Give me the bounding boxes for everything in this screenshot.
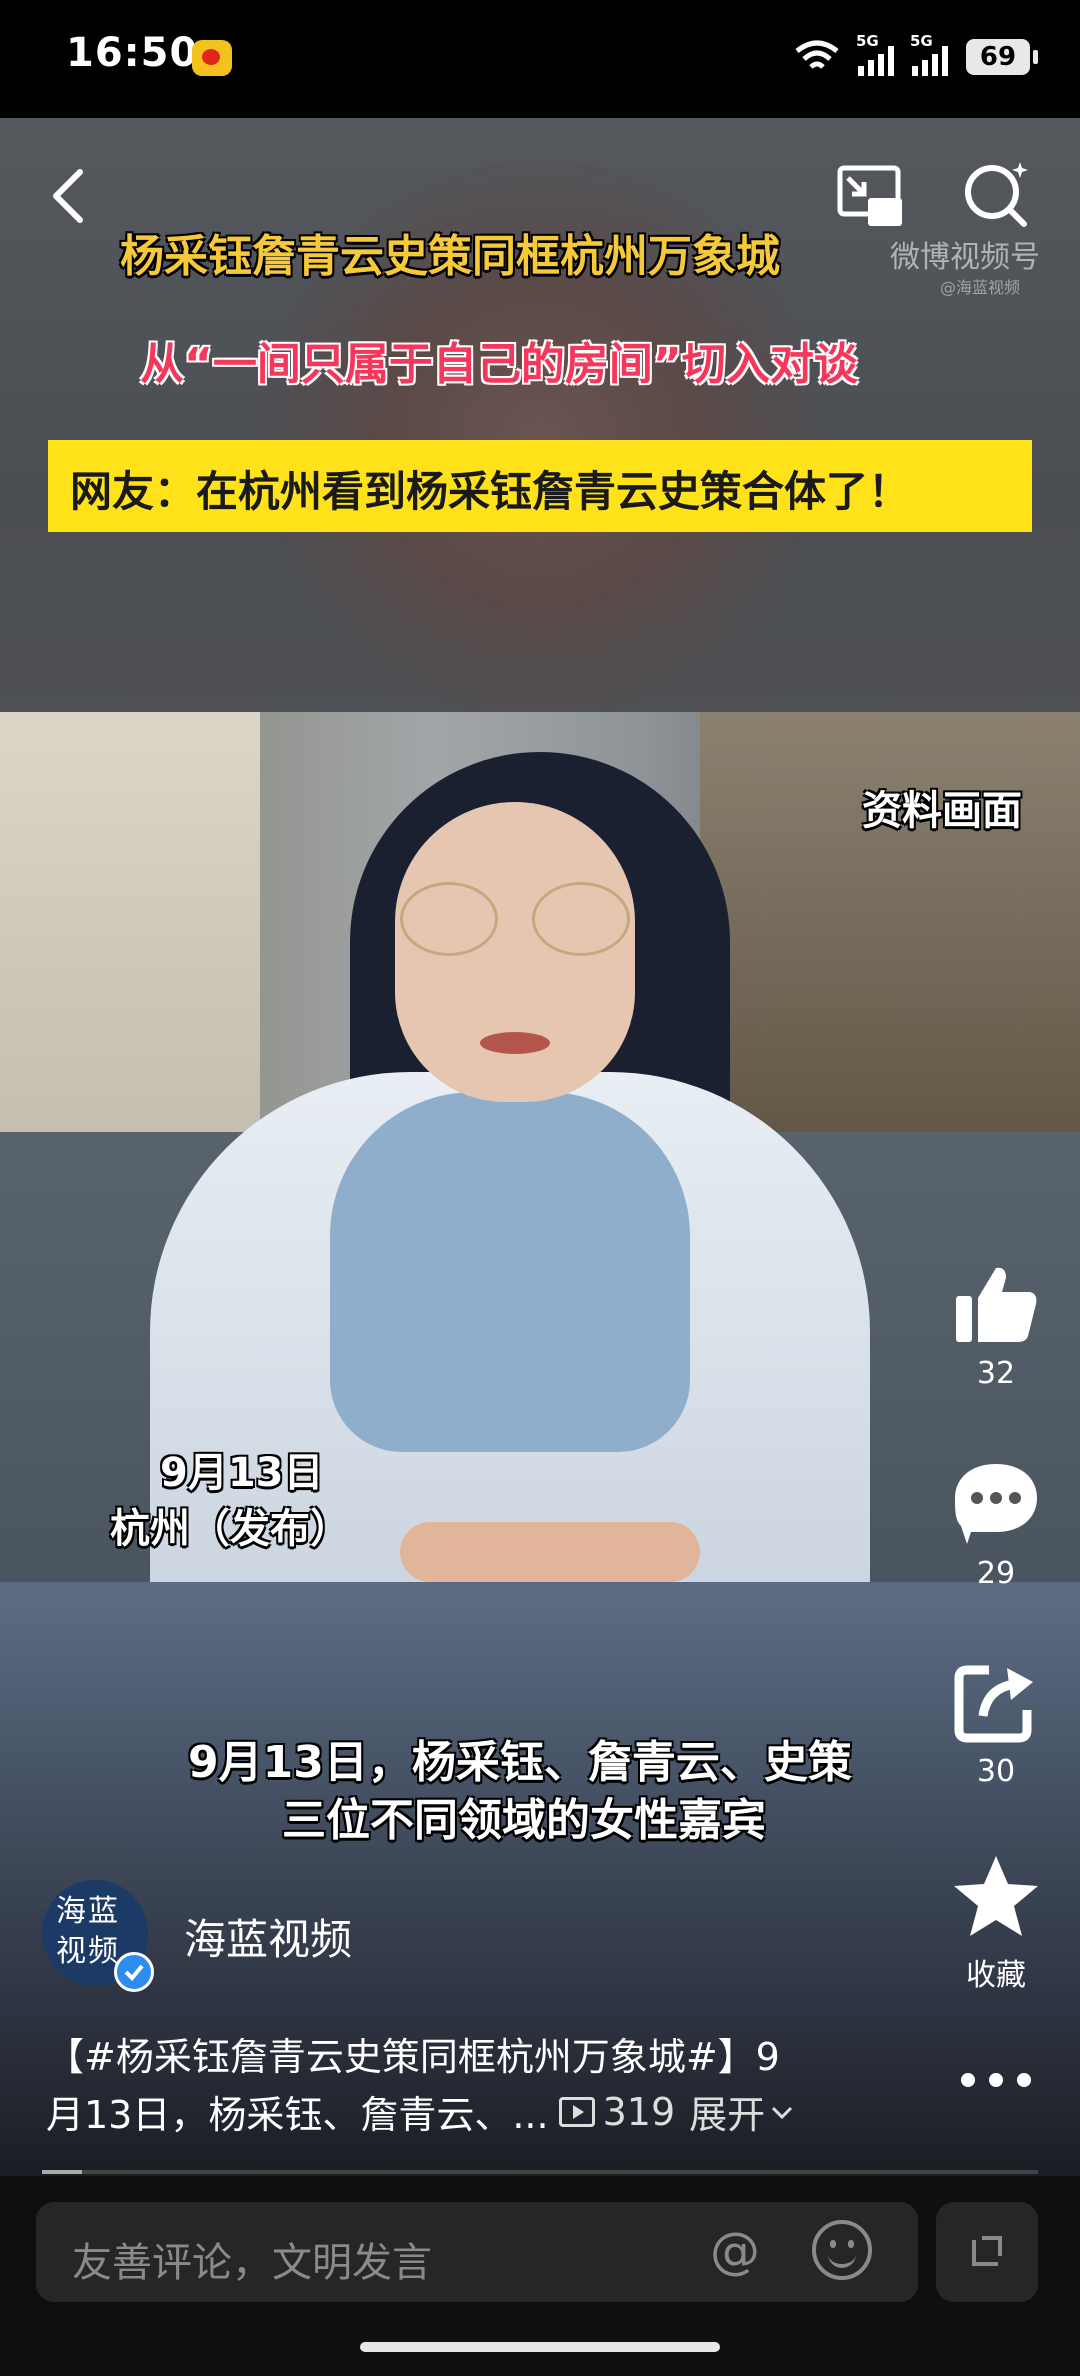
play-count: 319 xyxy=(602,2089,676,2134)
fullscreen-button[interactable] xyxy=(936,2202,1038,2302)
author-name[interactable]: 海蓝视频 xyxy=(184,1906,352,1967)
frame-person-hands xyxy=(400,1522,700,1582)
expand-link[interactable]: 展开 xyxy=(689,2084,765,2139)
comment-button[interactable]: 29 xyxy=(936,1460,1056,1591)
video-location-caption: 杭州（发布） xyxy=(110,1506,350,1552)
thumbs-up-icon xyxy=(956,1267,1037,1342)
video-watermark-sub: @海蓝视频 xyxy=(940,278,1021,297)
author-avatar[interactable]: 海蓝视频 xyxy=(42,1880,154,1992)
video-subtitle-line1: 9月13日，杨采钰、詹青云、史策 xyxy=(188,1737,852,1788)
frame-person-scarf xyxy=(330,1092,690,1452)
signal-icon-2: 5G xyxy=(910,32,948,76)
battery-icon: 69 xyxy=(966,39,1038,75)
video-description-text: 月13日，杨采钰、詹青云、... xyxy=(46,2093,549,2137)
mention-icon[interactable]: @ xyxy=(710,2222,760,2280)
video-caption-subtitle: 从“一间只属于自己的房间”切入对谈 xyxy=(140,339,858,390)
like-count: 32 xyxy=(976,1356,1016,1391)
frame-person-lips xyxy=(480,1032,550,1054)
network-type-1: 5G xyxy=(856,32,879,50)
share-button[interactable]: 30 xyxy=(936,1660,1056,1789)
status-time: 16:50 xyxy=(66,30,199,76)
wifi-icon xyxy=(795,40,839,69)
verified-badge-icon xyxy=(114,1952,154,1992)
comment-icon xyxy=(955,1464,1037,1544)
video-banner-text: 网友：在杭州看到杨采钰詹青云史策合体了！ xyxy=(70,467,911,516)
signal-icon-1: 5G xyxy=(856,32,894,76)
back-icon[interactable] xyxy=(38,160,98,230)
archive-footage-label: 资料画面 xyxy=(862,788,1022,834)
video-caption-title: 杨采钰詹青云史策同框杭州万象城 xyxy=(120,231,780,282)
status-icons: 5G 5G 69 xyxy=(794,32,1038,76)
expand-icon xyxy=(972,2236,1002,2266)
playback-progress-fill xyxy=(42,2170,82,2174)
like-button[interactable]: 32 xyxy=(936,1262,1056,1391)
favorite-label: 收藏 xyxy=(966,1958,1026,1993)
video-date-caption: 9月13日 xyxy=(160,1450,324,1496)
weibo-notification-icon xyxy=(192,40,232,76)
home-indicator xyxy=(360,2342,720,2352)
playback-progress-track[interactable] xyxy=(42,2170,1038,2174)
comment-placeholder: 友善评论，文明发言 xyxy=(72,2240,432,2286)
network-type-2: 5G xyxy=(910,32,933,50)
video-description-line2[interactable]: 月13日，杨采钰、詹青云、... 319 展开 xyxy=(46,2084,795,2139)
favorite-button[interactable]: 收藏 xyxy=(936,1852,1056,1994)
star-icon xyxy=(954,1856,1038,1936)
frame-person-glasses xyxy=(400,882,630,956)
share-count: 30 xyxy=(976,1754,1016,1789)
search-icon[interactable] xyxy=(960,158,1034,232)
picture-in-picture-icon[interactable] xyxy=(836,162,906,232)
video-subtitle-line2: 三位不同领域的女性嘉宾 xyxy=(282,1795,766,1846)
video-description-line1[interactable]: 【#杨采钰詹青云史策同框杭州万象城#】9 xyxy=(46,2026,780,2081)
emoji-icon[interactable] xyxy=(812,2220,872,2280)
video-watermark: 微博视频号 xyxy=(890,240,1040,275)
chevron-down-icon xyxy=(772,2106,793,2119)
comment-count: 29 xyxy=(976,1556,1016,1591)
more-options-icon[interactable] xyxy=(958,2068,1034,2092)
play-count-icon xyxy=(558,2096,595,2127)
share-icon xyxy=(954,1665,1033,1743)
